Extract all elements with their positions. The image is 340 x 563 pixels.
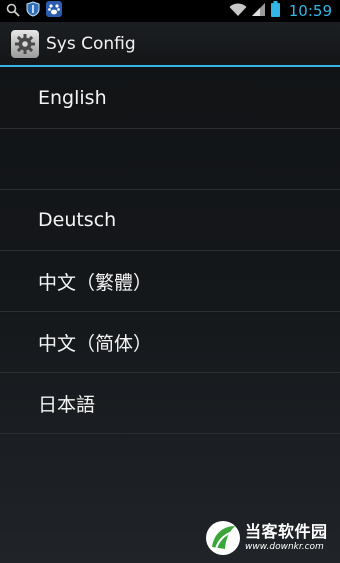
settings-gear-icon[interactable] [11, 29, 39, 58]
language-item-japanese[interactable]: 日本語 [0, 373, 340, 434]
watermark-brand: 当客软件园 [245, 522, 328, 541]
watermark: 当客软件园 www.downkr.com [204, 515, 340, 561]
screen: 10:59 Sys Config English Deutsch 中文（繁體） … [0, 0, 340, 563]
wifi-icon [229, 2, 247, 21]
status-clock: 10:59 [288, 2, 332, 20]
search-icon [6, 2, 20, 21]
watermark-url: www.downkr.com [245, 542, 324, 552]
language-item-english[interactable]: English [0, 67, 340, 129]
status-left-icons [0, 0, 62, 22]
watermark-logo-icon [206, 521, 240, 555]
status-bar: 10:59 [0, 0, 340, 22]
battery-icon [270, 1, 280, 21]
app-title: Sys Config [46, 33, 136, 54]
watermark-text: 当客软件园 www.downkr.com [245, 523, 328, 553]
shield-icon [26, 1, 40, 21]
language-item-blank[interactable] [0, 129, 340, 190]
language-list: English Deutsch 中文（繁體） 中文（简体） 日本語 [0, 67, 340, 434]
action-bar: Sys Config [0, 22, 340, 65]
signal-icon [251, 2, 266, 21]
status-right-icons: 10:59 [229, 0, 340, 22]
language-item-deutsch[interactable]: Deutsch [0, 190, 340, 251]
paw-icon [46, 1, 62, 21]
language-item-chinese-traditional[interactable]: 中文（繁體） [0, 251, 340, 312]
language-item-chinese-simplified[interactable]: 中文（简体） [0, 312, 340, 373]
